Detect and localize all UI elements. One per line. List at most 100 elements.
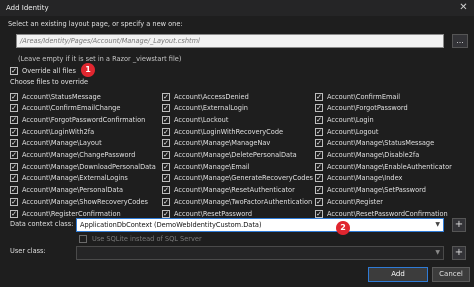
file-checkbox-item[interactable]: ✓ Account\Manage\ManageNav: [162, 138, 270, 149]
file-checkbox[interactable]: ✓: [10, 186, 18, 195]
file-label: Account\AccessDenied: [174, 92, 249, 101]
file-label: Account\ResetPassword: [174, 209, 253, 218]
file-label: Account\Lockout: [174, 115, 229, 124]
add-data-context-button[interactable]: +: [452, 218, 466, 232]
file-checkbox-item[interactable]: ✓ Account\StatusMessage: [10, 91, 101, 102]
add-user-class-button[interactable]: +: [452, 246, 466, 260]
file-checkbox[interactable]: ✓: [162, 209, 170, 218]
file-checkbox-item[interactable]: ✓ Account\Manage\ExternalLogins: [10, 173, 128, 184]
file-label: Account\StatusMessage: [22, 92, 101, 101]
file-checkbox-item[interactable]: ✓ Account\ConfirmEmailChange: [10, 103, 120, 114]
file-label: Account\ForgotPassword: [327, 104, 408, 113]
file-checkbox[interactable]: ✓: [10, 151, 18, 159]
file-checkbox[interactable]: ✓: [10, 127, 18, 136]
data-context-label: Data context class:: [10, 220, 74, 228]
file-checkbox[interactable]: ✓: [162, 174, 170, 183]
add-button[interactable]: Add: [368, 267, 428, 282]
file-label: Account\Manage\TwoFactorAuthentication: [174, 197, 313, 206]
file-label: Account\Manage\ExternalLogins: [22, 174, 128, 183]
file-label: Account\LoginWith2fa: [22, 127, 95, 136]
sqlite-label: Use SQLite instead of SQL Server: [92, 235, 202, 243]
cancel-button[interactable]: Cancel: [432, 267, 470, 282]
file-checkbox-item[interactable]: ✓ Account\Logout: [315, 126, 378, 137]
file-checkbox[interactable]: ✓: [162, 197, 170, 206]
layout-path-input[interactable]: /Areas/Identity/Pages/Account/Manage/_La…: [16, 34, 444, 48]
file-checkbox[interactable]: ✓: [162, 115, 170, 124]
file-checkbox[interactable]: ✓: [315, 209, 323, 218]
file-checkbox[interactable]: ✓: [10, 162, 18, 171]
file-checkbox[interactable]: ✓: [10, 209, 18, 218]
file-label: Account\RegisterConfirmation: [22, 209, 121, 218]
user-class-combobox[interactable]: ▼: [76, 246, 444, 260]
file-label: Account\ConfirmEmailChange: [22, 104, 121, 113]
file-checkbox-item[interactable]: ✓ Account\Manage\Layout: [10, 138, 102, 149]
file-checkbox[interactable]: ✓: [10, 139, 18, 148]
file-checkbox-item[interactable]: ✓ Account\Login: [315, 114, 374, 125]
file-checkbox-item[interactable]: ✓ Account\Manage\Index: [315, 173, 402, 184]
chevron-down-icon: ▼: [435, 249, 440, 256]
file-checkbox[interactable]: ✓: [162, 162, 170, 171]
file-checkbox-item[interactable]: ✓ Account\ForgotPassword: [315, 103, 408, 114]
close-button[interactable]: ✕: [456, 1, 471, 15]
layout-hint: (Leave empty if it is set in a Razor _vi…: [18, 55, 182, 63]
file-label: Account\Manage\DeletePersonalData: [174, 151, 297, 159]
file-checkbox-item[interactable]: ✓ Account\Manage\GenerateRecoveryCodes: [162, 173, 313, 184]
file-label: Account\Manage\ResetAuthenticator: [174, 186, 295, 195]
file-checkbox-item[interactable]: ✓ Account\Manage\SetPassword: [315, 185, 426, 196]
file-checkbox-item[interactable]: ✓ Account\Lockout: [162, 114, 228, 125]
file-checkbox-item[interactable]: ✓ Account\Manage\Email: [162, 161, 250, 172]
file-checkbox[interactable]: ✓: [162, 186, 170, 195]
file-checkbox-item[interactable]: ✓ Account\Register: [315, 196, 383, 207]
browse-button[interactable]: ...: [452, 34, 468, 48]
file-label: Account\ConfirmEmail: [327, 92, 401, 101]
file-checkbox[interactable]: ✓: [162, 104, 170, 113]
file-checkbox[interactable]: ✓: [162, 127, 170, 136]
file-label: Account\Manage\ShowRecoveryCodes: [22, 197, 148, 206]
file-label: Account\ForgotPasswordConfirmation: [22, 115, 146, 124]
file-checkbox[interactable]: ✓: [315, 162, 323, 171]
override-all-label: Override all files: [22, 67, 76, 75]
file-checkbox[interactable]: ✓: [10, 104, 18, 113]
file-checkbox-item[interactable]: ✓ Account\LoginWithRecoveryCode: [162, 126, 283, 137]
file-checkbox[interactable]: ✓: [315, 186, 323, 195]
data-context-combobox[interactable]: ApplicationDbContext (DemoWebIdentityCus…: [76, 218, 444, 232]
file-checkbox-item[interactable]: ✓ Account\Manage\ShowRecoveryCodes: [10, 196, 148, 207]
file-checkbox-item[interactable]: ✓ Account\Manage\ChangePassword: [10, 150, 135, 161]
file-label: Account\Register: [327, 197, 383, 206]
sqlite-checkbox[interactable]: [79, 235, 87, 243]
file-checkbox[interactable]: ✓: [162, 139, 170, 148]
file-label: Account\Manage\DownloadPersonalData: [22, 162, 156, 171]
file-checkbox-item[interactable]: ✓ Account\Manage\ResetAuthenticator: [162, 185, 295, 196]
chevron-down-icon: ▼: [435, 221, 440, 228]
file-checkbox-item[interactable]: ✓ Account\Manage\TwoFactorAuthentication: [162, 196, 312, 207]
override-all-checkbox[interactable]: ✓: [10, 67, 18, 75]
file-checkbox[interactable]: ✓: [315, 174, 323, 183]
file-checkbox-item[interactable]: ✓ Account\ExternalLogin: [162, 103, 248, 114]
file-checkbox-item[interactable]: ✓ Account\Manage\DownloadPersonalData: [10, 161, 156, 172]
file-checkbox[interactable]: ✓: [315, 139, 323, 148]
file-label: Account\Manage\StatusMessage: [327, 139, 435, 148]
file-checkbox[interactable]: ✓: [10, 92, 18, 101]
file-label: Account\Manage\Disable2fa: [327, 151, 420, 159]
file-checkbox[interactable]: ✓: [315, 104, 323, 113]
file-checkbox-item[interactable]: ✓ Account\ForgotPasswordConfirmation: [10, 114, 145, 125]
file-checkbox[interactable]: ✓: [10, 174, 18, 183]
file-checkbox-item[interactable]: ✓ Account\Manage\Disable2fa: [315, 150, 419, 161]
file-checkbox[interactable]: ✓: [162, 151, 170, 159]
file-checkbox-item[interactable]: ✓ Account\AccessDenied: [162, 91, 249, 102]
file-checkbox[interactable]: ✓: [315, 115, 323, 124]
file-checkbox[interactable]: ✓: [10, 115, 18, 124]
file-checkbox-item[interactable]: ✓ Account\Manage\EnableAuthenticator: [315, 161, 452, 172]
file-checkbox-item[interactable]: ✓ Account\Manage\PersonalData: [10, 185, 123, 196]
file-checkbox[interactable]: ✓: [315, 151, 323, 159]
file-checkbox-item[interactable]: ✓ Account\ConfirmEmail: [315, 91, 400, 102]
file-checkbox-item[interactable]: ✓ Account\Manage\DeletePersonalData: [162, 150, 297, 161]
file-checkbox[interactable]: ✓: [315, 197, 323, 206]
data-context-value: ApplicationDbContext (DemoWebIdentityCus…: [80, 221, 262, 229]
file-checkbox-item[interactable]: ✓ Account\LoginWith2fa: [10, 126, 94, 137]
file-checkbox[interactable]: ✓: [10, 197, 18, 206]
file-checkbox[interactable]: ✓: [315, 127, 323, 136]
file-checkbox[interactable]: ✓: [315, 92, 323, 101]
file-checkbox[interactable]: ✓: [162, 92, 170, 101]
file-checkbox-item[interactable]: ✓ Account\Manage\StatusMessage: [315, 138, 434, 149]
